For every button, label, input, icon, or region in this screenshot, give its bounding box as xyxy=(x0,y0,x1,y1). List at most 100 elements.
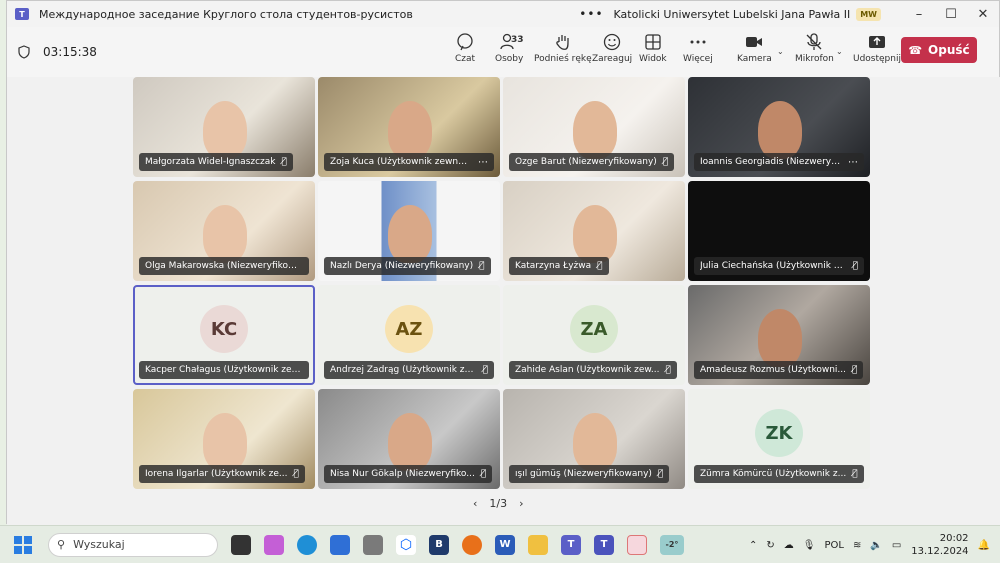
participant-tile[interactable]: Nazlı Derya (Niezweryfikowany) 🎙̸ xyxy=(318,181,500,281)
participant-name: Katarzyna Łyżwa xyxy=(515,261,592,271)
camera-icon xyxy=(746,37,763,47)
mic-muted-tray-icon[interactable]: 🎙 xyxy=(803,540,816,551)
system-tray: ⌃ ↻ ☁ 🎙 POL ≋ 🔈 ▭ 20:02 13.12.2024 🔔 xyxy=(740,526,990,563)
more-label: Więcej xyxy=(683,54,713,64)
mic-options-chevron-icon[interactable]: ⌄ xyxy=(836,47,843,56)
view-button[interactable]: Widok xyxy=(639,33,667,64)
close-button[interactable]: ✕ xyxy=(967,7,999,22)
copilot-icon[interactable] xyxy=(264,534,284,555)
organization-name[interactable]: Katolicki Uniwersytet Lubelski Jana Pawł… xyxy=(614,8,851,21)
volume-icon[interactable]: 🔈 xyxy=(870,540,882,551)
mic-muted-icon: 🎙̸ xyxy=(852,365,858,375)
participant-name: Amadeusz Rozmus (Użytkowni... xyxy=(700,365,846,375)
previous-page-icon[interactable]: ‹ xyxy=(473,497,477,510)
participant-video xyxy=(388,205,432,263)
participant-name: Zahide Aslan (Użytkownik zew... xyxy=(515,365,660,375)
firefox-icon[interactable] xyxy=(462,534,482,555)
teams-work-icon[interactable]: T xyxy=(594,534,614,555)
participant-tile[interactable]: KC Kacper Chałagus (Użytkownik zewn... xyxy=(133,285,315,385)
chevron-up-icon[interactable]: ⌃ xyxy=(749,540,757,551)
teams-icon[interactable]: T xyxy=(561,534,581,555)
refresh-icon[interactable]: ↻ xyxy=(766,540,774,551)
next-page-icon[interactable]: › xyxy=(519,497,523,510)
react-button[interactable]: Zareaguj xyxy=(592,33,632,64)
clock[interactable]: 20:02 13.12.2024 xyxy=(911,532,968,558)
taskbar-search[interactable]: ⚲ Wyszukaj xyxy=(48,532,218,557)
participant-name: Julia Ciechańska (Użytkownik z... xyxy=(700,261,847,271)
participant-video xyxy=(203,205,247,263)
mic-muted-icon: 🎙̸ xyxy=(480,469,487,479)
more-options-icon[interactable]: ••• xyxy=(579,7,603,21)
participant-tile[interactable]: Zoja Kuca (Użytkownik zewnęt... ⋯ xyxy=(318,77,500,177)
participant-video xyxy=(573,205,617,263)
participant-video xyxy=(203,101,247,159)
people-button[interactable]: 33 Osoby xyxy=(495,33,524,64)
participant-name-label: Iorena Ilgarlar (Użytkownik ze... 🎙̸ xyxy=(139,465,305,483)
calculator-icon[interactable] xyxy=(363,534,383,555)
leave-label: Opuść xyxy=(928,43,970,57)
participant-tile[interactable]: AZ Andrzej Zadrąg (Użytkownik ze... 🎙̸ xyxy=(318,285,500,385)
participant-name-label: Özge Barut (Niezweryfikowany) 🎙̸ xyxy=(509,153,675,171)
tile-more-options-icon[interactable]: ⋯ xyxy=(848,157,858,168)
clock-time: 20:02 xyxy=(939,533,969,544)
edge-icon[interactable] xyxy=(297,534,317,555)
participant-tile[interactable]: Małgorzata Widel-Ignaszczak 🎙̸ xyxy=(133,77,315,177)
mic-muted-icon: 🎙̸ xyxy=(657,469,664,479)
participant-tile[interactable]: Julia Ciechańska (Użytkownik z... 🎙̸ xyxy=(688,181,870,281)
participant-tile[interactable]: Özge Barut (Niezweryfikowany) 🎙̸ xyxy=(503,77,685,177)
tile-more-options-icon[interactable]: ⋯ xyxy=(478,157,488,168)
participant-tile[interactable]: Amadeusz Rozmus (Użytkowni... 🎙̸ xyxy=(688,285,870,385)
windows-taskbar: ⚲ Wyszukaj ⬡ B W T T -2° ⌃ ↻ ☁ 🎙 POL ≋ 🔈… xyxy=(0,525,1000,563)
snipping-tool-icon[interactable] xyxy=(627,534,647,555)
participant-tile[interactable]: Ioannis Georgiadis (Niezweryfi... ⋯ xyxy=(688,77,870,177)
participant-name-label: Nazlı Derya (Niezweryfikowany) 🎙̸ xyxy=(324,257,491,275)
mic-muted-icon: 🎙̸ xyxy=(665,365,671,375)
mic-muted-icon: 🎙̸ xyxy=(852,469,858,479)
mic-muted-icon: 🎙̸ xyxy=(479,261,485,271)
shield-icon xyxy=(18,45,30,59)
more-button[interactable]: Więcej xyxy=(683,33,713,64)
cloud-icon[interactable]: ☁ xyxy=(784,540,794,551)
participants-count: 33 xyxy=(511,35,524,45)
camera-options-chevron-icon[interactable]: ⌄ xyxy=(777,47,784,56)
dropbox-icon[interactable]: ⬡ xyxy=(396,534,416,555)
maximize-button[interactable]: ☐ xyxy=(935,7,967,22)
chat-button[interactable]: Czat xyxy=(455,33,475,64)
participant-name-label: Andrzej Zadrąg (Użytkownik ze... 🎙̸ xyxy=(324,361,494,379)
user-avatar-badge[interactable]: MW xyxy=(856,7,881,21)
mic-button[interactable]: Mikrofon xyxy=(795,33,834,64)
search-icon: ⚲ xyxy=(57,538,66,551)
weather-icon[interactable]: -2° xyxy=(660,534,684,555)
participant-tile[interactable]: ZK Zümra Kömürcü (Użytkownik z... 🎙̸ xyxy=(688,389,870,489)
participant-name-label: Zahide Aslan (Użytkownik zew... 🎙̸ xyxy=(509,361,677,379)
participant-tile[interactable]: Iorena Ilgarlar (Użytkownik ze... 🎙̸ xyxy=(133,389,315,489)
participant-tile[interactable]: ışıl gümüş (Niezweryfikowany) 🎙̸ xyxy=(503,389,685,489)
minimize-button[interactable]: – xyxy=(903,7,935,22)
raise-hand-button[interactable]: Podnieś rękę xyxy=(534,33,592,64)
participant-tile[interactable]: Katarzyna Łyżwa 🎙̸ xyxy=(503,181,685,281)
notification-bell-icon[interactable]: 🔔 xyxy=(978,540,990,551)
leave-button[interactable]: ☎ Opuść xyxy=(901,37,977,63)
file-explorer-icon[interactable] xyxy=(528,534,548,555)
gallery-pager: ‹ 1/3 › xyxy=(473,497,524,510)
participant-tile[interactable]: Olga Makarowska (Niezweryfikowa... xyxy=(133,181,315,281)
teams-window: T Международное заседание Круглого стола… xyxy=(6,0,1000,525)
battery-icon[interactable]: ▭ xyxy=(892,540,901,551)
mic-muted-icon: 🎙̸ xyxy=(293,469,299,479)
participant-name: Nisa Nur Gökalp (Niezweryfiko... xyxy=(330,469,475,479)
chat-icon xyxy=(457,33,473,51)
task-view-icon[interactable] xyxy=(231,534,251,555)
camera-label: Kamera xyxy=(737,54,772,64)
wifi-icon[interactable]: ≋ xyxy=(853,540,861,551)
participant-tile[interactable]: Nisa Nur Gökalp (Niezweryfiko... 🎙̸ xyxy=(318,389,500,489)
participant-tile[interactable]: ZA Zahide Aslan (Użytkownik zew... 🎙̸ xyxy=(503,285,685,385)
participant-name: Olga Makarowska (Niezweryfikowa... xyxy=(145,261,303,271)
word-icon[interactable]: W xyxy=(495,534,515,555)
app-b-icon[interactable]: B xyxy=(429,534,449,555)
camera-button[interactable]: Kamera xyxy=(737,33,772,64)
participant-avatar: KC xyxy=(200,305,248,353)
store-icon[interactable] xyxy=(330,534,350,555)
windows-start-icon[interactable] xyxy=(14,535,32,554)
language-indicator[interactable]: POL xyxy=(825,540,844,551)
share-button[interactable]: Udostępnij xyxy=(853,33,901,64)
